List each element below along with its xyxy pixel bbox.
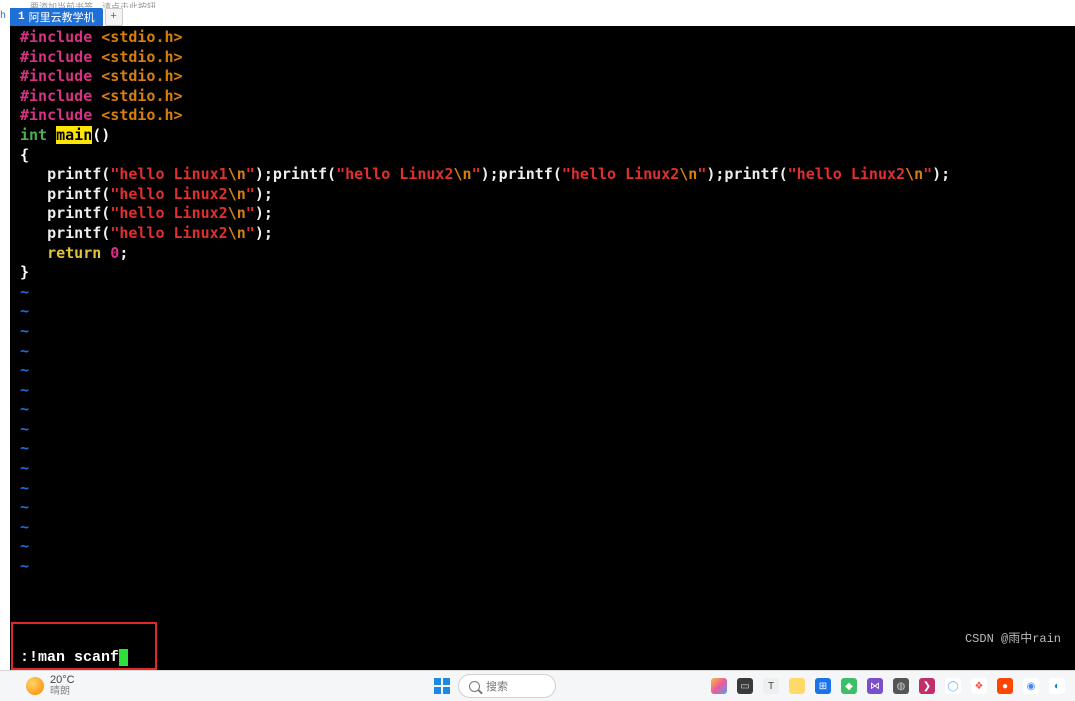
code-line: ~ (20, 400, 1075, 420)
code-line: ~ (20, 498, 1075, 518)
terminal-tab[interactable]: 1 阿里云教学机 (10, 8, 103, 26)
code-line: ~ (20, 479, 1075, 499)
diamond-icon[interactable]: ◆ (837, 674, 861, 698)
code-line: ~ (20, 361, 1075, 381)
ring-icon[interactable]: ◯ (941, 674, 965, 698)
tab-bar: h 1 阿里云教学机 + (0, 8, 1075, 26)
cube-icon[interactable]: ◍ (889, 674, 913, 698)
taskbar-tray: ▭T ⊞◆⋈◍❯◯❖●◉◐ (707, 674, 1069, 698)
code-line: printf("hello Linux1\n");printf("hello L… (20, 165, 1075, 185)
reddit-icon[interactable]: ● (993, 674, 1017, 698)
tab-index: 1 (18, 11, 25, 23)
leaf-icon[interactable]: ❯ (915, 674, 939, 698)
code-line: #include <stdio.h> (20, 48, 1075, 68)
code-line: printf("hello Linux2\n"); (20, 204, 1075, 224)
taskbar-search[interactable]: 搜索 (458, 674, 556, 698)
code-line: ~ (20, 283, 1075, 303)
chrome-icon[interactable]: ◉ (1019, 674, 1043, 698)
taskbar-center: 搜索 (430, 674, 556, 698)
code-line: ~ (20, 342, 1075, 362)
search-icon (469, 681, 480, 692)
code-line: ~ (20, 459, 1075, 479)
weather-widget[interactable]: 20°C 晴朗 (0, 675, 75, 697)
code-line: ~ (20, 302, 1075, 322)
tab-title: 阿里云教学机 (29, 9, 95, 25)
code-line: int main() (20, 126, 1075, 146)
command-text: :!man scanf (20, 649, 119, 666)
vs-icon[interactable]: ⋈ (863, 674, 887, 698)
start-button[interactable] (430, 674, 454, 698)
code-line: ~ (20, 439, 1075, 459)
app-root: 要添加当前书签，请点击此按钮。 h 1 阿里云教学机 + #include <s… (0, 0, 1075, 701)
text-icon[interactable]: T (759, 674, 783, 698)
code-line: ~ (20, 557, 1075, 577)
vim-command-line[interactable]: :!man scanf (20, 648, 128, 668)
code-line: ~ (20, 537, 1075, 557)
flame-icon[interactable]: ❖ (967, 674, 991, 698)
code-line: ~ (20, 420, 1075, 440)
code-line: { (20, 146, 1075, 166)
code-area: #include <stdio.h>#include <stdio.h>#inc… (20, 28, 1075, 577)
code-line: } (20, 263, 1075, 283)
edge-icon[interactable]: ◐ (1045, 674, 1069, 698)
explorer-icon[interactable] (785, 674, 809, 698)
weather-temp: 20°C (50, 675, 75, 686)
code-line: ~ (20, 322, 1075, 342)
code-line: printf("hello Linux2\n"); (20, 185, 1075, 205)
new-tab-button[interactable]: + (105, 8, 123, 26)
store-icon[interactable]: ⊞ (811, 674, 835, 698)
sun-icon (26, 677, 44, 695)
code-line: #include <stdio.h> (20, 87, 1075, 107)
code-line: #include <stdio.h> (20, 106, 1075, 126)
search-placeholder: 搜索 (486, 678, 508, 694)
vim-editor[interactable]: #include <stdio.h>#include <stdio.h>#inc… (10, 26, 1075, 670)
code-line: #include <stdio.h> (20, 28, 1075, 48)
browser-hint-bar: 要添加当前书签，请点击此按钮。 (0, 0, 1075, 8)
windows-taskbar: 20°C 晴朗 搜索 ▭T ⊞◆⋈◍❯◯❖●◉◐ (0, 670, 1075, 701)
code-line: ~ (20, 381, 1075, 401)
weather-desc: 晴朗 (50, 686, 75, 697)
editor-wrap: #include <stdio.h>#include <stdio.h>#inc… (0, 26, 1075, 670)
code-line: return 0; (20, 244, 1075, 264)
code-line: printf("hello Linux2\n"); (20, 224, 1075, 244)
files-icon[interactable]: ▭ (733, 674, 757, 698)
assistant-icon[interactable] (707, 674, 731, 698)
cursor-block (119, 649, 128, 666)
left-gutter (0, 26, 10, 670)
watermark-text: CSDN @雨中rain (965, 630, 1061, 650)
code-line: ~ (20, 518, 1075, 538)
code-line: #include <stdio.h> (20, 67, 1075, 87)
gutter-char: h (0, 8, 10, 26)
